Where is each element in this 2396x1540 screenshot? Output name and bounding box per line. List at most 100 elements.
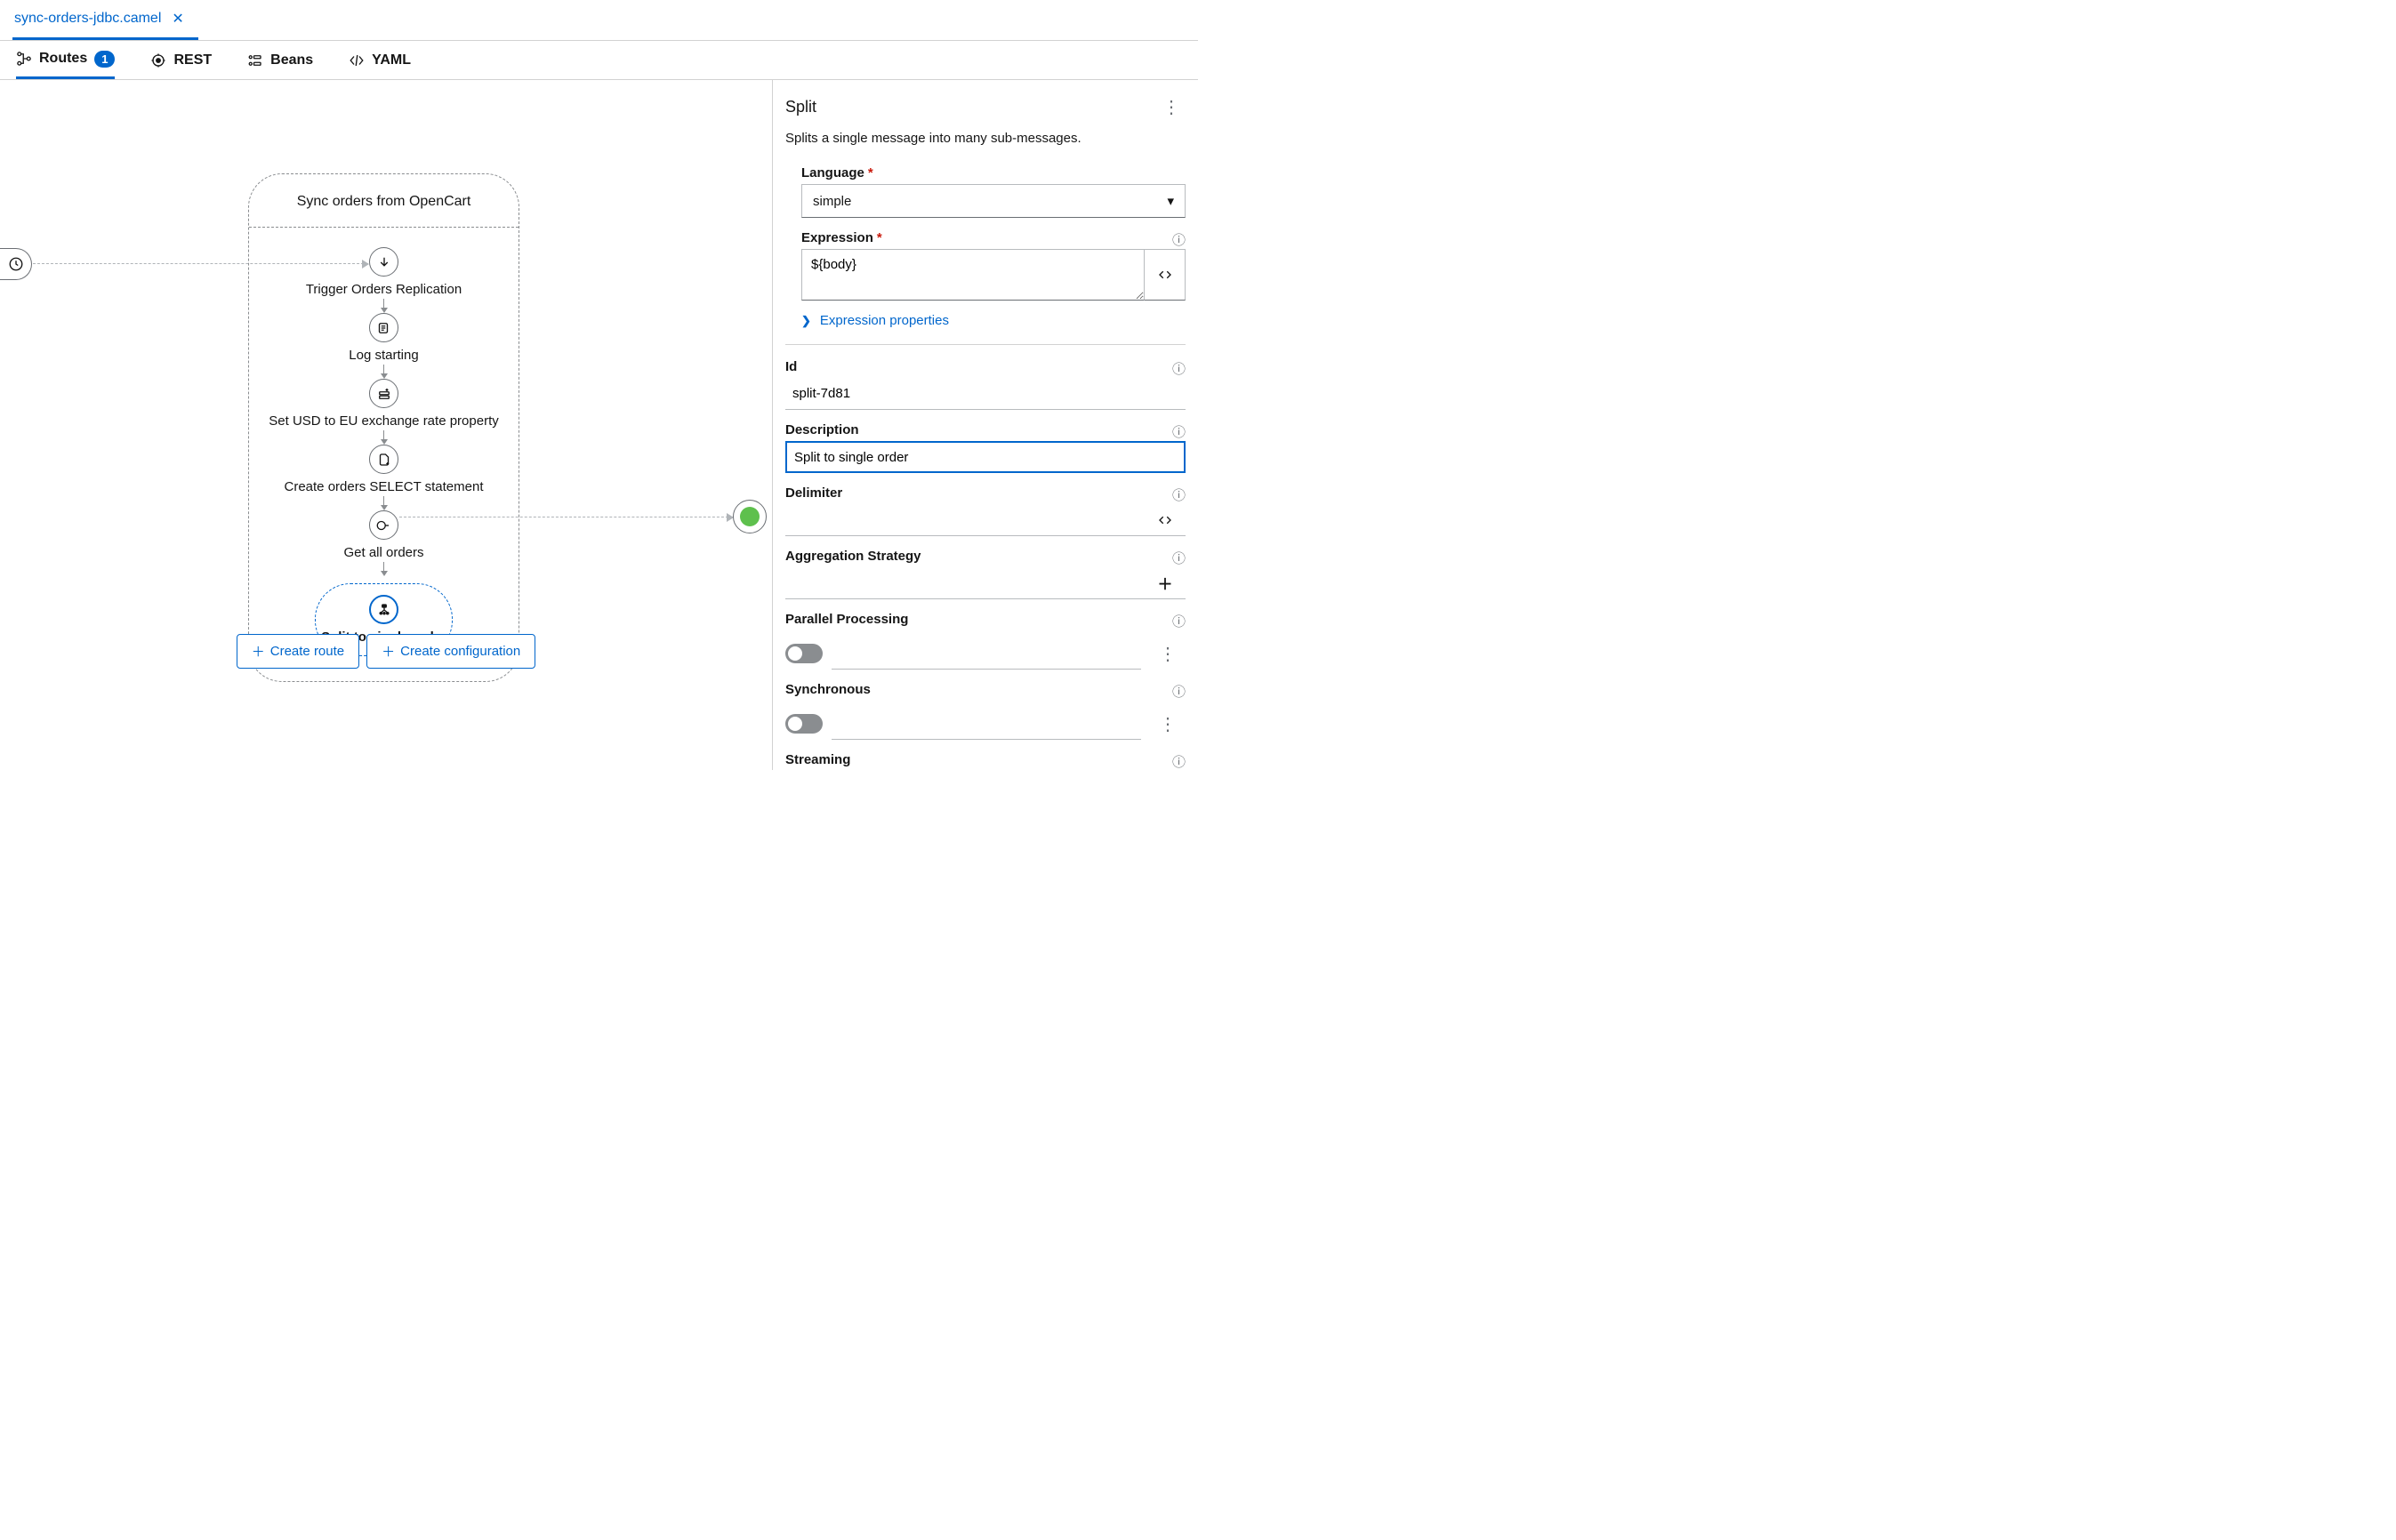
step-label: Log starting <box>349 348 418 363</box>
step-label: Get all orders <box>343 545 423 560</box>
help-icon[interactable]: ⓘ <box>1172 485 1186 504</box>
chevron-right-icon: ❯ <box>801 314 811 328</box>
parallel-toggle[interactable] <box>785 644 823 663</box>
flow-arrow <box>383 496 384 509</box>
routes-count-badge: 1 <box>94 51 115 68</box>
step-log[interactable]: Log starting <box>349 313 418 363</box>
yaml-icon <box>349 52 365 68</box>
step-label: Trigger Orders Replication <box>306 282 462 297</box>
parallel-label: Parallel Processing <box>785 612 908 627</box>
help-icon[interactable]: ⓘ <box>1172 752 1186 770</box>
tab-beans[interactable]: Beans <box>247 41 313 79</box>
rest-icon <box>150 52 166 68</box>
tab-beans-label: Beans <box>270 52 313 68</box>
create-route-button[interactable]: ＋ Create route <box>237 634 359 669</box>
aggregation-input[interactable] <box>785 567 1145 599</box>
aggregation-add-button[interactable]: ＋ <box>1145 567 1186 599</box>
synchronous-menu-button[interactable]: ⋮ <box>1150 713 1186 735</box>
tab-yaml-label: YAML <box>372 52 411 68</box>
set-property-icon <box>376 386 392 402</box>
step-trigger[interactable]: Trigger Orders Replication <box>306 247 462 297</box>
expression-properties-label: Expression properties <box>820 313 949 328</box>
delimiter-input[interactable] <box>785 504 1145 536</box>
view-tabs: Routes 1 REST Beans YAML <box>0 41 1198 80</box>
canvas-buttons: ＋ Create route ＋ Create configuration <box>0 634 772 669</box>
field-language: Language* simple ▾ <box>801 165 1186 218</box>
routes-icon <box>16 51 32 67</box>
route-title: Sync orders from OpenCart <box>249 188 519 228</box>
step-create-sql[interactable]: Create orders SELECT statement <box>285 445 484 494</box>
tab-yaml[interactable]: YAML <box>349 41 411 79</box>
beans-icon <box>247 52 263 68</box>
create-configuration-button[interactable]: ＋ Create configuration <box>366 634 535 669</box>
description-label: Description <box>785 422 859 437</box>
language-select[interactable]: simple ▾ <box>801 184 1186 218</box>
file-tab-bar: sync-orders-jdbc.camel ✕ <box>0 0 1198 41</box>
field-aggregation-strategy: Aggregation Strategy ⓘ ＋ <box>785 549 1186 599</box>
tab-rest[interactable]: REST <box>150 41 212 79</box>
close-icon[interactable]: ✕ <box>172 10 183 28</box>
step-label: Set USD to EU exchange rate property <box>269 413 498 429</box>
delimiter-label: Delimiter <box>785 485 842 501</box>
endpoint-icon <box>375 517 391 533</box>
synchronous-input[interactable] <box>832 708 1141 740</box>
btn-label: Create configuration <box>400 644 520 659</box>
expression-input[interactable] <box>801 249 1145 301</box>
btn-label: Create route <box>270 644 344 659</box>
route-container[interactable]: Sync orders from OpenCart Trigger Orders… <box>248 173 519 682</box>
parallel-input[interactable] <box>832 638 1141 670</box>
field-expression: Expression* ⓘ <box>801 230 1186 301</box>
field-synchronous: Synchronous ⓘ ⋮ <box>785 682 1186 740</box>
help-icon[interactable]: ⓘ <box>1172 682 1186 701</box>
expression-code-button[interactable] <box>1145 249 1186 301</box>
tab-routes[interactable]: Routes 1 <box>16 41 115 79</box>
split-icon <box>376 602 392 618</box>
log-icon <box>375 320 391 336</box>
code-icon <box>1157 267 1173 283</box>
id-label: Id <box>785 359 797 374</box>
flow-arrow <box>383 430 384 443</box>
description-input[interactable] <box>785 441 1186 473</box>
expression-label: Expression <box>801 230 873 245</box>
streaming-label: Streaming <box>785 752 850 767</box>
language-value: simple <box>813 194 851 209</box>
chevron-down-icon: ▾ <box>1167 193 1174 209</box>
help-icon[interactable]: ⓘ <box>1172 359 1186 378</box>
properties-panel: Split ⋮ Splits a single message into man… <box>773 80 1198 770</box>
file-tab[interactable]: sync-orders-jdbc.camel ✕ <box>12 0 198 40</box>
field-delimiter: Delimiter ⓘ <box>785 485 1186 536</box>
tab-routes-label: Routes <box>39 51 87 67</box>
step-get-orders[interactable]: Get all orders <box>343 510 423 560</box>
panel-title: Split <box>785 98 816 116</box>
parallel-menu-button[interactable]: ⋮ <box>1150 643 1186 665</box>
plus-icon: ＋ <box>252 642 265 661</box>
step-label: Create orders SELECT statement <box>285 479 484 494</box>
bean-endpoint-node[interactable] <box>733 500 767 533</box>
arrow-down-icon <box>376 254 392 270</box>
timer-source-node[interactable] <box>0 248 32 280</box>
clock-icon <box>8 256 24 272</box>
synchronous-toggle[interactable] <box>785 714 823 734</box>
tab-rest-label: REST <box>173 52 212 68</box>
flow-arrow <box>383 365 384 377</box>
help-icon[interactable]: ⓘ <box>1172 549 1186 567</box>
id-input[interactable] <box>785 378 1186 410</box>
expression-properties-toggle[interactable]: ❯ Expression properties <box>801 313 1186 328</box>
step-set-property[interactable]: Set USD to EU exchange rate property <box>269 379 498 429</box>
help-icon[interactable]: ⓘ <box>1172 422 1186 441</box>
canvas[interactable]: Sync orders from OpenCart Trigger Orders… <box>0 80 773 770</box>
help-icon[interactable]: ⓘ <box>1172 230 1186 249</box>
delimiter-code-button[interactable] <box>1145 504 1186 536</box>
document-plus-icon <box>376 452 392 468</box>
field-description: Description ⓘ <box>785 422 1186 473</box>
code-icon <box>1157 512 1173 528</box>
file-tab-name: sync-orders-jdbc.camel <box>14 11 161 27</box>
plus-icon: ＋ <box>382 642 395 661</box>
aggregation-label: Aggregation Strategy <box>785 549 921 564</box>
plus-icon: ＋ <box>1158 572 1173 594</box>
field-streaming: Streaming ⓘ ⋮ <box>785 752 1186 770</box>
help-icon[interactable]: ⓘ <box>1172 612 1186 630</box>
flow-arrow <box>383 562 384 574</box>
panel-menu-button[interactable]: ⋮ <box>1157 96 1186 118</box>
field-parallel-processing: Parallel Processing ⓘ ⋮ <box>785 612 1186 670</box>
